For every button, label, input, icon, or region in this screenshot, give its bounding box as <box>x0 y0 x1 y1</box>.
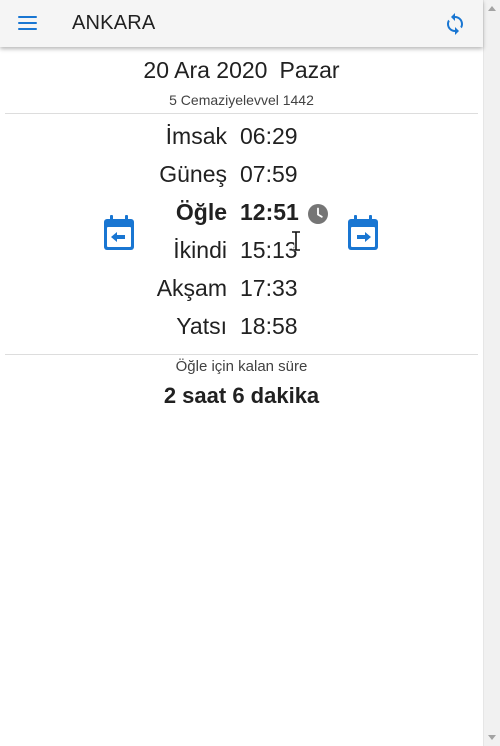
prayer-time: 15:13 <box>240 237 298 263</box>
prayer-row-ikindi: İkindi 15:13 <box>0 234 483 272</box>
clock-icon <box>308 204 328 224</box>
remaining-time-value: 2 saat 6 dakika <box>163 383 320 408</box>
prayer-row-gunes: Güneş 07:59 <box>0 158 483 196</box>
weekday-text: Pazar <box>279 57 340 83</box>
date-text: 20 Ara 2020 <box>143 57 268 83</box>
prayer-row-aksam: Akşam 17:33 <box>0 272 483 310</box>
app-window: ANKARA 20 Ara 2020 Pazar 5 Cemaziyelevvel… <box>0 0 483 746</box>
prayer-time: 07:59 <box>240 161 298 187</box>
next-day-button[interactable] <box>347 215 379 251</box>
scroll-down-arrow-icon[interactable] <box>488 735 496 740</box>
prayer-row-yatsi: Yatsı 18:58 <box>0 310 483 348</box>
prayer-row-ogle: Öğle 12:51 <box>0 196 483 234</box>
prayer-name: Öğle <box>175 199 227 225</box>
prayer-name: İmsak <box>165 123 227 149</box>
prayer-time: 18:58 <box>240 313 298 339</box>
scroll-up-arrow-icon[interactable] <box>488 6 496 11</box>
text-cursor-icon <box>290 230 302 252</box>
prayer-name: İkindi <box>173 237 227 263</box>
prayer-time: 17:33 <box>240 275 298 301</box>
prayer-name: Akşam <box>156 275 227 301</box>
city-title: ANKARA <box>72 12 156 34</box>
prayer-time: 12:51 <box>240 199 299 225</box>
prayer-name: Yatsı <box>176 313 227 339</box>
vertical-scrollbar[interactable] <box>483 0 500 746</box>
prayer-time: 06:29 <box>240 123 298 149</box>
calendar-previous-day-icon <box>104 215 134 250</box>
divider-bottom <box>5 354 478 355</box>
previous-day-button[interactable] <box>103 215 135 251</box>
hijri-date: 5 Cemaziyelevvel 1442 <box>169 92 314 108</box>
prayer-row-imsak: İmsak 06:29 <box>0 120 483 158</box>
menu-icon[interactable] <box>18 15 38 31</box>
divider-top <box>5 113 478 114</box>
calendar-next-day-icon <box>348 215 378 250</box>
refresh-icon[interactable] <box>443 12 467 36</box>
toolbar: ANKARA <box>0 0 483 47</box>
gregorian-date: 20 Ara 2020 Pazar <box>0 57 483 84</box>
remaining-time-label: Öğle için kalan süre <box>175 358 308 375</box>
prayer-name: Güneş <box>159 161 227 187</box>
